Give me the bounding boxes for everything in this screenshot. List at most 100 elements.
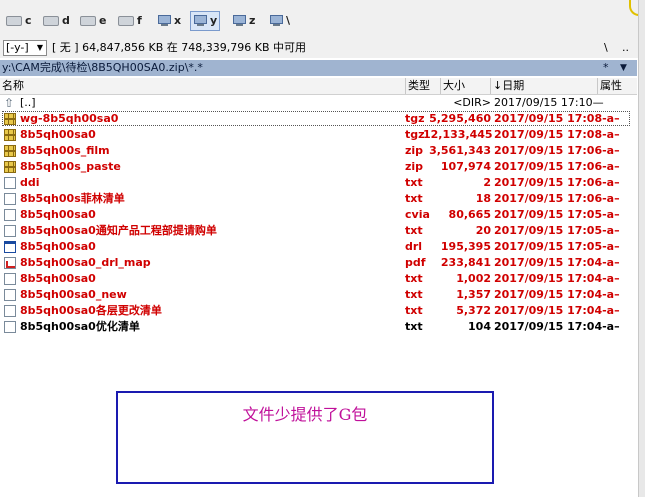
file-row[interactable]: 8b5qh00sa0优化清单 txt 104 2017/09/15 17:04-a– <box>0 319 637 335</box>
file-date: 2017/09/15 17:04-a– <box>494 256 620 269</box>
file-name: 8b5qh00sa0 <box>20 208 96 221</box>
drive-bar: c d e f x y z \ <box>0 0 645 41</box>
file-row[interactable]: 8b5qh00s_paste zip 107,974 2017/09/15 17:06… <box>0 159 637 175</box>
file-type: txt <box>405 192 423 205</box>
file-type: txt <box>405 304 423 317</box>
file-row[interactable]: 8b5qh00sa0_new txt 1,357 2017/09/15 17:04-a… <box>0 287 637 303</box>
drive-select-value: [-y-] <box>6 41 29 54</box>
file-row[interactable]: 8b5qh00sa0 txt 1,002 2017/09/15 17:04-a– <box>0 271 637 287</box>
column-name[interactable]: 名称 <box>2 78 24 94</box>
file-type: tgz <box>405 112 425 125</box>
scrollbar[interactable] <box>638 0 645 497</box>
file-name: 8b5qh00sa0_drl_map <box>20 256 151 269</box>
document-icon <box>4 209 16 221</box>
drive-letter: y <box>210 14 218 27</box>
annotation-box: 文件少提供了G包 <box>116 391 494 484</box>
file-size: 107,974 <box>440 160 491 173</box>
filter-button[interactable]: * <box>603 60 609 76</box>
file-name: 8b5qh00sa0通知产品工程部提请购单 <box>20 224 217 237</box>
file-name: 8b5qh00s_film <box>20 144 110 157</box>
drive-icon <box>80 16 96 26</box>
network-drive-icon <box>157 15 171 27</box>
drive-button-e[interactable]: e <box>78 12 108 30</box>
root-button[interactable]: \ <box>604 40 608 56</box>
drive-letter: \ <box>286 14 291 27</box>
file-type: txt <box>405 272 423 285</box>
file-date: 2017/09/15 17:04-a– <box>494 304 620 317</box>
pdf-icon <box>4 257 16 269</box>
file-name: 8b5qh00sa0 <box>20 272 96 285</box>
document-icon <box>4 177 16 189</box>
file-date: 2017/09/15 17:06-a– <box>494 144 620 157</box>
file-size: 104 <box>468 320 491 333</box>
file-size: 2 <box>483 176 491 189</box>
drive-button-y[interactable]: y <box>190 11 221 31</box>
file-row[interactable]: 8b5qh00sa0 drl 195,395 2017/09/15 17:05-a– <box>0 239 637 255</box>
file-size: 80,665 <box>448 208 491 221</box>
file-row[interactable]: wg-8b5qh00sa0 tgz 5,295,460 2017/09/15 17:0… <box>0 111 637 127</box>
up-arrow-icon: ⇧ <box>4 96 15 110</box>
file-row[interactable]: 8b5qh00sa0 cvia 80,665 2017/09/15 17:05-a– <box>0 207 637 223</box>
file-row[interactable]: 8b5qh00sa0 tgz 12,133,445 2017/09/15 17:08-… <box>0 127 637 143</box>
file-row[interactable]: 8b5qh00sa0_drl_map pdf 233,841 2017/09/15 1… <box>0 255 637 271</box>
file-name: [..] <box>20 96 36 109</box>
file-date: 2017/09/15 17:08-a– <box>494 128 620 141</box>
path-text: y:\CAM完成\待检\8B5QH00SA0.zip\*.* <box>2 61 203 74</box>
archive-icon <box>4 129 16 141</box>
archive-icon <box>4 113 16 125</box>
drive-button-d[interactable]: d <box>41 12 72 30</box>
archive-icon <box>4 145 16 157</box>
up-button[interactable]: .. <box>622 40 629 56</box>
file-name: 8b5qh00sa0各层更改清单 <box>20 304 162 317</box>
column-attributes[interactable]: 属性 <box>597 78 622 94</box>
drive-letter: d <box>62 14 70 27</box>
column-size[interactable]: 大小 <box>440 78 465 94</box>
file-date: 2017/09/15 17:04-a– <box>494 320 620 333</box>
file-row[interactable]: ⇧ [..] <DIR> 2017/09/15 17:10— <box>0 95 637 111</box>
drive-letter: c <box>25 14 32 27</box>
path-bar[interactable]: y:\CAM完成\待检\8B5QH00SA0.zip\*.* * ▼ <box>0 60 637 76</box>
file-date: 2017/09/15 17:05-a– <box>494 208 620 221</box>
document-icon <box>4 305 16 317</box>
file-size: 20 <box>475 224 491 237</box>
document-icon <box>4 225 16 237</box>
drive-letter: f <box>137 14 142 27</box>
file-date: 2017/09/15 17:05-a– <box>494 224 620 237</box>
drive-icon <box>118 16 134 26</box>
file-size: 18 <box>475 192 491 205</box>
file-row[interactable]: 8b5qh00s_film zip 3,561,343 2017/09/15 17:0… <box>0 143 637 159</box>
chevron-down-icon: ▼ <box>36 43 44 52</box>
file-row[interactable]: ddi txt 2 2017/09/15 17:06-a– <box>0 175 637 191</box>
file-row[interactable]: 8b5qh00sa0各层更改清单 txt 5,372 2017/09/15 17:04… <box>0 303 637 319</box>
drive-icon <box>43 16 59 26</box>
file-size: 5,372 <box>456 304 491 317</box>
triangle-down-icon[interactable]: ▼ <box>620 60 627 76</box>
column-date[interactable]: ↓日期 <box>490 78 524 94</box>
file-size: 1,002 <box>456 272 491 285</box>
drive-button-z[interactable]: z <box>230 12 257 30</box>
drive-button-network[interactable]: \ <box>267 12 292 30</box>
document-icon <box>4 193 16 205</box>
network-icon <box>269 15 283 27</box>
column-type[interactable]: 类型 <box>405 78 430 94</box>
drive-button-x[interactable]: x <box>155 12 183 30</box>
file-date: 2017/09/15 17:06-a– <box>494 192 620 205</box>
file-type: tgz <box>405 128 425 141</box>
file-name: 8b5qh00sa0 <box>20 128 96 141</box>
network-drive-icon <box>232 15 246 27</box>
drill-file-icon <box>4 241 16 253</box>
info-bar: [-y-] ▼ [ 无 ] 64,847,856 KB 在 748,339,79… <box>0 40 645 58</box>
drive-select[interactable]: [-y-] ▼ <box>3 40 47 56</box>
file-row[interactable]: 8b5qh00s菲林清单 txt 18 2017/09/15 17:06-a– <box>0 191 637 207</box>
file-name: wg-8b5qh00sa0 <box>20 112 119 125</box>
drive-button-c[interactable]: c <box>4 12 34 30</box>
file-size: 12,133,445 <box>423 128 493 141</box>
file-size: 3,561,343 <box>429 144 491 157</box>
drive-button-f[interactable]: f <box>116 12 144 30</box>
drive-letter: x <box>174 14 182 27</box>
file-type: zip <box>405 160 424 173</box>
file-date: 2017/09/15 17:04-a– <box>494 288 620 301</box>
file-name: 8b5qh00s菲林清单 <box>20 192 125 205</box>
file-row[interactable]: 8b5qh00sa0通知产品工程部提请购单 txt 20 2017/09/15 17:… <box>0 223 637 239</box>
file-type: txt <box>405 288 423 301</box>
